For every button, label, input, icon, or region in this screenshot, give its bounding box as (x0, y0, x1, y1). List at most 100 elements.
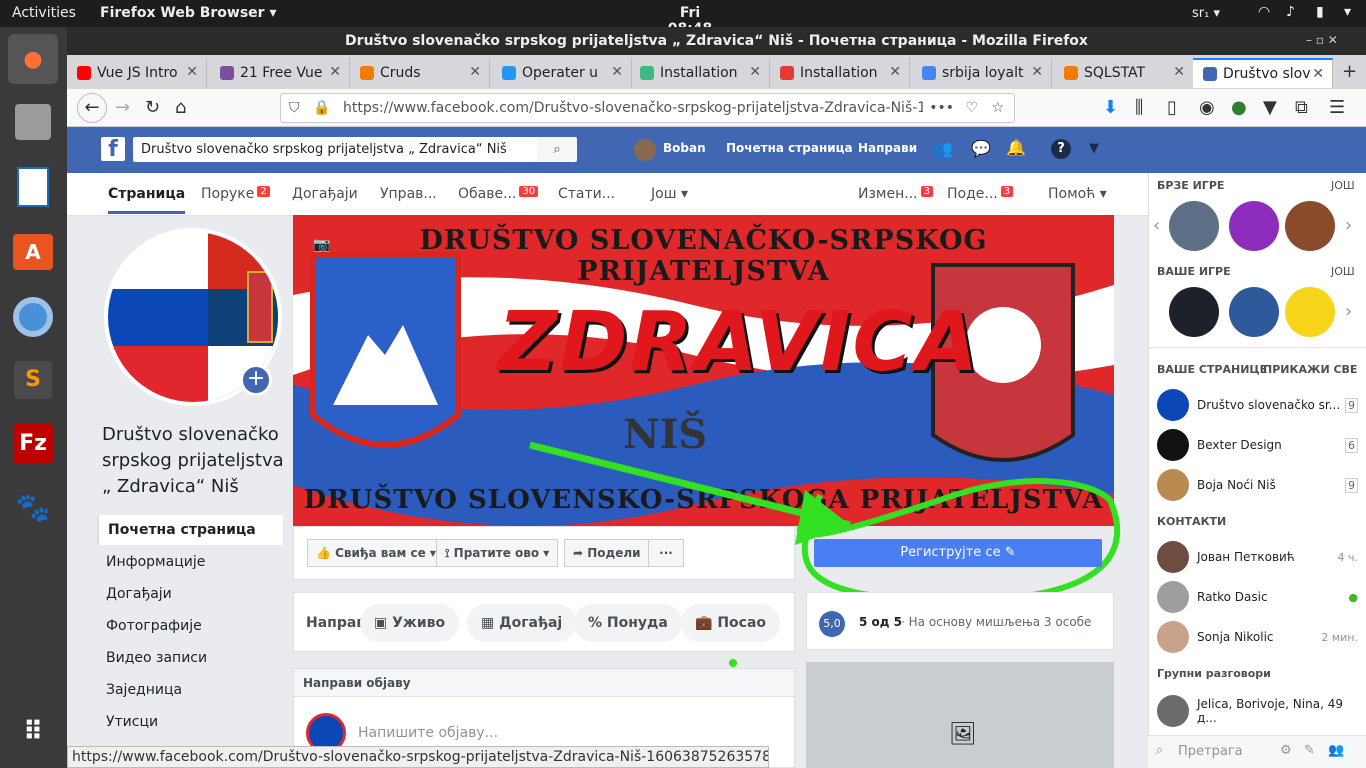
chat-search-input[interactable]: ⌕ Претрага ⚙ ✎ 👥 (1148, 735, 1366, 768)
screenshot-icon[interactable]: ⧉ (1295, 97, 1308, 118)
gimp-icon[interactable]: 🐾 (8, 482, 58, 532)
page-list-item[interactable]: Boja Noći Niš 9 (1157, 468, 1362, 502)
close-icon[interactable]: ✕ (611, 64, 623, 80)
sidebar-icon[interactable]: ▯ (1167, 97, 1177, 118)
files-icon[interactable] (8, 97, 58, 147)
vue-devtools-icon[interactable]: ▼ (1263, 97, 1277, 118)
library-icon[interactable]: ⫼ (1135, 97, 1143, 118)
chevron-right-icon[interactable]: › (1345, 215, 1352, 236)
follow-button[interactable]: ⟟ Пратите ово ▾ (436, 539, 559, 567)
window-controls[interactable]: – ▫ ✕ (1306, 33, 1338, 47)
share-button[interactable]: ➦ Подели (564, 539, 650, 567)
more-button[interactable]: ··· (648, 539, 684, 567)
tab-notifications[interactable]: Обаве... 30 (458, 186, 539, 202)
help-icon[interactable]: ? (1051, 139, 1071, 159)
tab-edit[interactable]: Измен... 3 (858, 186, 933, 202)
tab-events[interactable]: Догађаји (292, 186, 358, 202)
left-nav-item[interactable]: Утисци (97, 707, 283, 737)
tab-manage[interactable]: Управ... (380, 186, 437, 202)
browser-tab[interactable]: Vue JS Intro ✕ (67, 58, 207, 88)
power-icon[interactable]: ▾ (1344, 4, 1351, 20)
contact-item[interactable]: Ratko Dasic ● (1157, 580, 1362, 614)
keyboard-layout[interactable]: sr₁ ▾ (1192, 6, 1220, 21)
page-actions-icon[interactable]: ••• (923, 94, 954, 122)
sublime-icon[interactable]: S (8, 355, 58, 405)
firefox-icon[interactable]: ● (8, 34, 58, 84)
pocket-icon[interactable]: ♡ (965, 94, 978, 122)
home-icon[interactable]: ⌂ (175, 97, 186, 118)
tab-messages[interactable]: Поруке 2 (201, 186, 270, 202)
browser-tab[interactable]: SQLSTAT ✕ (1054, 58, 1194, 88)
game-g-icon[interactable] (1169, 287, 1219, 337)
browser-tab[interactable]: 21 Free Vue ✕ (210, 58, 350, 88)
browser-tab[interactable]: Društvo slov ✕ (1193, 58, 1333, 88)
close-icon[interactable]: ✕ (329, 64, 341, 80)
messenger-icon[interactable]: 💬 (971, 139, 991, 158)
profile-link[interactable]: Boban (663, 141, 706, 155)
extension-icon[interactable]: ● (1231, 97, 1247, 118)
page-list-item[interactable]: Društvo slovenačko sr... 9 (1157, 388, 1362, 422)
job-button[interactable]: 💼 Посао (681, 604, 781, 642)
facebook-logo[interactable]: f (101, 137, 125, 162)
chromium-icon[interactable] (8, 292, 58, 342)
writer-icon[interactable] (8, 162, 58, 212)
quick-games-more[interactable]: ЈОШ (1331, 179, 1355, 192)
your-games-more[interactable]: ЈОШ (1331, 265, 1355, 278)
lock-icon[interactable]: 🔒 (313, 94, 330, 122)
friends-icon[interactable]: 👥 (933, 139, 953, 158)
app-menu[interactable]: Firefox Web Browser ▾ (100, 5, 276, 21)
left-nav-item[interactable]: Видео записи (97, 643, 283, 673)
close-icon[interactable]: ✕ (1173, 64, 1185, 80)
battery-icon[interactable]: ▮ (1316, 4, 1324, 20)
left-nav-item[interactable]: Фотографије (97, 611, 283, 641)
camera-icon[interactable]: 📷 (313, 237, 330, 253)
url-bar[interactable]: ⛉ 🔒 https://www.facebook.com/Društvo-slo… (280, 93, 1015, 123)
event-button[interactable]: ▦ Догађај (467, 604, 577, 642)
filezilla-icon[interactable]: Fz (8, 419, 58, 469)
search-icon[interactable]: ⌕ (537, 137, 577, 162)
browser-tab[interactable]: Installation ✕ (630, 58, 770, 88)
bell-icon[interactable]: 🔔 (1006, 138, 1026, 157)
avatar[interactable] (634, 139, 656, 161)
left-nav-item[interactable]: Информације (97, 547, 283, 577)
account-icon[interactable]: ◉ (1199, 97, 1215, 118)
left-nav-item[interactable]: Почетна страница (97, 515, 283, 545)
contact-item[interactable]: Sonja Nikolic 2 мин. (1157, 620, 1362, 654)
tab-more[interactable]: Још ▾ (651, 186, 688, 202)
close-icon[interactable]: ✕ (1031, 64, 1043, 80)
like-button[interactable]: 👍 Свиђа вам се ▾ (307, 539, 445, 567)
add-photo-icon[interactable]: + (240, 364, 272, 396)
volume-icon[interactable]: ♪ (1286, 4, 1295, 20)
offer-button[interactable]: % Понуда (574, 604, 682, 642)
game-ball-icon[interactable] (1229, 201, 1279, 251)
browser-tab[interactable]: srbija loyalt ✕ (912, 58, 1052, 88)
game-smiley-icon[interactable] (1285, 287, 1335, 337)
live-button[interactable]: ▣ Уживо (360, 604, 460, 642)
close-icon[interactable]: ✕ (749, 64, 761, 80)
contact-item[interactable]: Јован Петковић 4 ч. (1157, 540, 1362, 574)
tab-page[interactable]: Страница (108, 186, 186, 214)
tab-settings[interactable]: Подe... 3 (947, 186, 1014, 202)
activities-button[interactable]: Activities (12, 5, 76, 21)
tab-help[interactable]: Помоћ ▾ (1048, 186, 1107, 202)
software-center-icon[interactable]: A (8, 227, 58, 277)
home-link[interactable]: Почетна страница (726, 141, 853, 155)
back-icon[interactable]: ← (77, 93, 107, 123)
tab-stats[interactable]: Стати... (558, 186, 615, 202)
rating-bold[interactable]: 5 од 5 (859, 615, 902, 629)
reload-icon[interactable]: ↻ (145, 97, 160, 118)
show-apps-icon[interactable]: ⠿ (8, 707, 58, 757)
menu-icon[interactable]: ☰ (1329, 97, 1345, 118)
left-nav-item[interactable]: Заједница (97, 675, 283, 705)
chevron-right-icon[interactable]: › (1345, 301, 1352, 322)
close-icon[interactable]: ✕ (889, 64, 901, 80)
page-list-item[interactable]: Bexter Design 6 (1157, 428, 1362, 462)
bookmark-star-icon[interactable]: ☆ (991, 94, 1004, 122)
close-icon[interactable]: ✕ (469, 64, 481, 80)
close-icon[interactable]: ✕ (1312, 66, 1324, 82)
left-nav-item[interactable]: Догађаји (97, 579, 283, 609)
search-input[interactable]: Društvo slovenačko srpskog prijateljstva… (133, 137, 537, 162)
download-icon[interactable]: ⬇ (1103, 97, 1118, 118)
forward-icon[interactable]: → (115, 97, 130, 118)
close-icon[interactable]: ✕ (186, 64, 198, 80)
